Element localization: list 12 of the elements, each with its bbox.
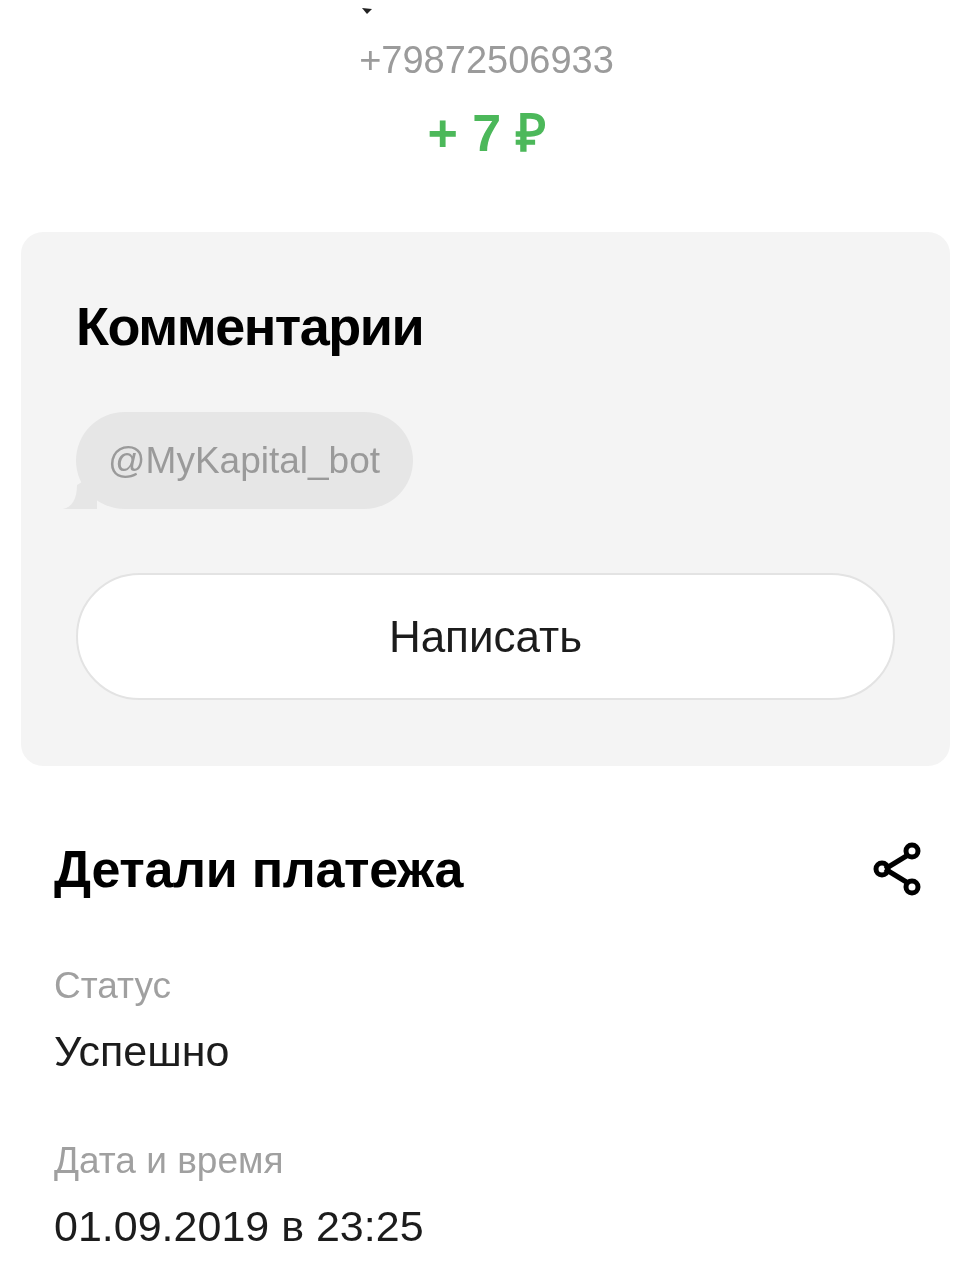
- field-value: Успешно: [54, 1026, 230, 1076]
- write-button[interactable]: Написать: [76, 573, 895, 700]
- phone-number: +79872506933: [359, 38, 614, 82]
- triangle-mark-icon: [362, 8, 372, 14]
- payment-details-heading: Детали платежа: [54, 839, 464, 899]
- field-label: Дата и время: [54, 1139, 284, 1183]
- share-icon[interactable]: [873, 842, 921, 896]
- field-label: Статус: [54, 964, 171, 1008]
- comments-heading: Комментарии: [76, 296, 424, 356]
- comment-bubble: @MyKapital_bot: [63, 412, 414, 509]
- field-value: 01.09.2019 в 23:25: [54, 1201, 424, 1251]
- payment-amount: + 7 ₽: [427, 103, 546, 163]
